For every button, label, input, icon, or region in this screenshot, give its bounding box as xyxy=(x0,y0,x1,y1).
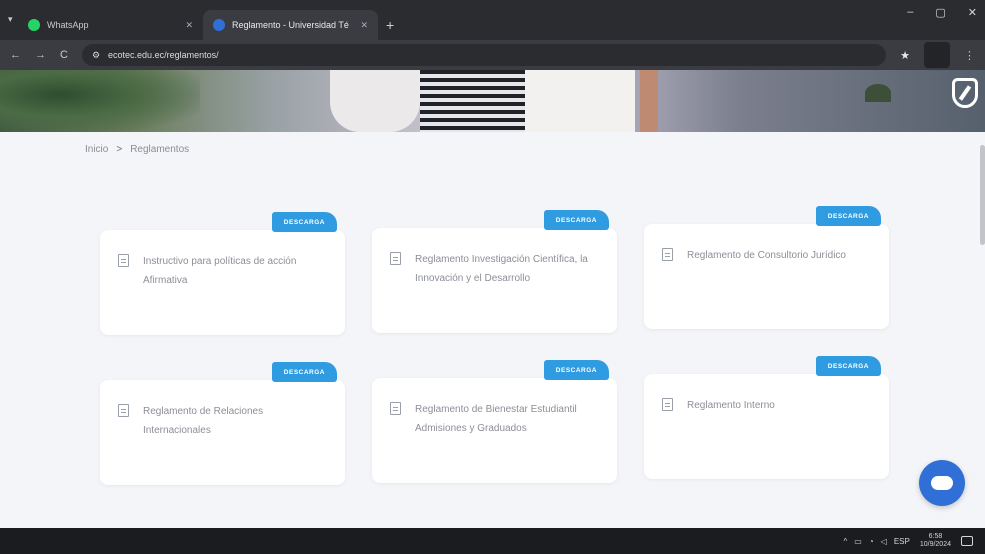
window-controls: – ▢ ✕ xyxy=(907,6,977,19)
tab-search-icon[interactable]: ▾ xyxy=(8,14,13,25)
page-content: Inicio > Reglamentos DESCARGA Instructiv… xyxy=(0,70,985,528)
bookmark-star-icon[interactable]: ★ xyxy=(900,49,910,62)
whatsapp-favicon-icon xyxy=(28,19,40,31)
chat-button[interactable] xyxy=(919,460,965,506)
battery-icon[interactable]: ▭ xyxy=(854,537,862,546)
notification-icon[interactable] xyxy=(961,536,973,546)
profile-button[interactable] xyxy=(924,42,950,68)
browser-titlebar: ▾ WhatsApp ✕ Reglamento - Universidad Té… xyxy=(0,0,985,40)
os-taskbar: ^ ▭ ◔ ◁ ESP 6:58 10/9/2024 xyxy=(0,528,985,554)
reload-button[interactable]: C xyxy=(60,49,68,61)
breadcrumb: Inicio > Reglamentos xyxy=(85,144,189,155)
document-icon xyxy=(118,254,129,267)
card-title: Reglamento de Consultorio Jurídico xyxy=(687,250,846,261)
tab-title: WhatsApp xyxy=(47,20,89,30)
document-icon xyxy=(390,252,401,265)
download-badge[interactable]: DESCARGA xyxy=(543,210,609,230)
regulation-card[interactable]: DESCARGA Reglamento de Bienestar Estudia… xyxy=(372,360,617,483)
site-favicon-icon xyxy=(213,19,225,31)
tab-title: Reglamento - Universidad Té xyxy=(232,20,349,30)
url-input[interactable]: ⚙ ecotec.edu.ec/reglamentos/ xyxy=(81,44,887,66)
menu-kebab-icon[interactable]: ⋮ xyxy=(964,49,975,62)
tab-reglamento[interactable]: Reglamento - Universidad Té ✕ xyxy=(203,10,378,40)
tab-close-icon[interactable]: ✕ xyxy=(360,20,368,31)
system-clock[interactable]: 6:58 10/9/2024 xyxy=(920,533,951,550)
download-badge[interactable]: DESCARGA xyxy=(815,206,881,226)
regulation-card[interactable]: DESCARGA Reglamento de Relaciones Intern… xyxy=(100,362,345,485)
close-window-button[interactable]: ✕ xyxy=(968,6,977,19)
system-tray: ^ ▭ ◔ ◁ ESP xyxy=(844,537,910,546)
breadcrumb-separator: > xyxy=(116,144,123,155)
tab-close-icon[interactable]: ✕ xyxy=(185,20,193,31)
card-title: Instructivo para políticas de acción Afi… xyxy=(143,256,297,286)
hero-plants xyxy=(0,70,200,132)
network-icon[interactable]: ◔ xyxy=(869,537,874,546)
page-scrollbar[interactable] xyxy=(980,145,985,245)
hero-bush xyxy=(865,84,891,102)
card-title: Reglamento de Bienestar Estudiantil Admi… xyxy=(415,404,577,434)
clock-time: 6:58 xyxy=(928,532,943,540)
card-title: Reglamento de Relaciones Internacionales xyxy=(143,406,264,436)
chevron-up-icon[interactable]: ^ xyxy=(844,537,848,546)
download-badge[interactable]: DESCARGA xyxy=(543,360,609,380)
chat-bubble-icon xyxy=(931,476,953,490)
document-icon xyxy=(662,398,673,411)
regulation-card[interactable]: DESCARGA Reglamento Investigación Cientí… xyxy=(372,210,617,333)
card-title: Reglamento Interno xyxy=(687,400,775,411)
download-badge[interactable]: DESCARGA xyxy=(271,212,337,232)
minimize-button[interactable]: – xyxy=(907,6,913,19)
site-info-icon[interactable]: ⚙ xyxy=(92,50,100,61)
hero-person xyxy=(525,70,635,132)
card-title: Reglamento Investigación Científica, la … xyxy=(415,254,588,284)
language-indicator[interactable]: ESP xyxy=(894,537,910,546)
volume-icon[interactable]: ◁ xyxy=(881,537,887,546)
regulation-card[interactable]: DESCARGA Reglamento de Consultorio Juríd… xyxy=(644,206,889,329)
document-icon xyxy=(390,402,401,415)
hero-striped-shirt xyxy=(420,70,525,132)
maximize-button[interactable]: ▢ xyxy=(935,6,945,19)
clock-date: 10/9/2024 xyxy=(919,541,951,548)
url-text: ecotec.edu.ec/reglamentos/ xyxy=(108,50,219,60)
regulation-card[interactable]: DESCARGA Instructivo para políticas de a… xyxy=(100,212,345,335)
breadcrumb-home-link[interactable]: Inicio xyxy=(85,144,108,155)
document-icon xyxy=(662,248,673,261)
university-logo-icon xyxy=(952,78,978,108)
back-button[interactable]: ← xyxy=(10,49,21,61)
breadcrumb-current: Reglamentos xyxy=(130,144,190,155)
tab-whatsapp[interactable]: WhatsApp ✕ xyxy=(18,10,203,40)
hero-arm xyxy=(640,70,658,132)
hero-person xyxy=(330,70,420,132)
new-tab-button[interactable]: + xyxy=(386,17,394,33)
address-bar: ← → C ⚙ ecotec.edu.ec/reglamentos/ ★ ⋮ xyxy=(0,40,985,70)
forward-button[interactable]: → xyxy=(35,49,46,61)
download-badge[interactable]: DESCARGA xyxy=(271,362,337,382)
download-badge[interactable]: DESCARGA xyxy=(815,356,881,376)
regulation-card[interactable]: DESCARGA Reglamento Interno xyxy=(644,356,889,479)
document-icon xyxy=(118,404,129,417)
hero-banner-image xyxy=(0,70,985,132)
